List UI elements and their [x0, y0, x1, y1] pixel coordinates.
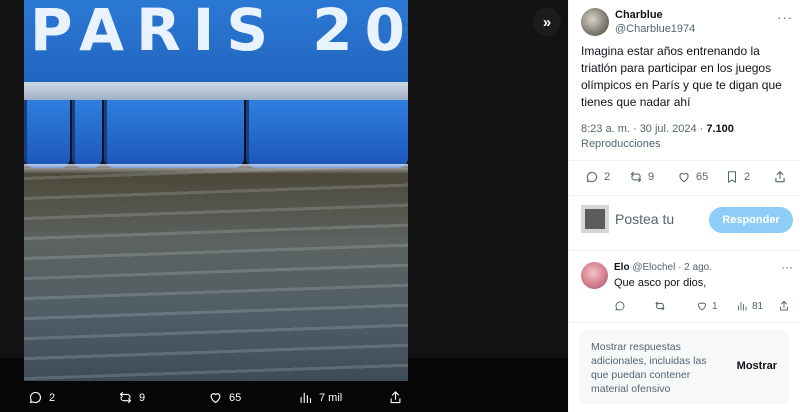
author-name[interactable]: Charblue — [615, 9, 663, 21]
comment-time: · 2 ago. — [675, 262, 712, 273]
tweet-meta: 8:23 a. m. · 30 jul. 2024 · 7.100 Reprod… — [581, 122, 791, 152]
more-options-icon[interactable]: ··· — [781, 260, 793, 274]
comment-views-button[interactable]: 81 — [736, 300, 763, 312]
current-user-avatar — [581, 205, 609, 233]
share-icon — [775, 171, 785, 183]
reply-submit-button[interactable]: Responder — [709, 207, 793, 233]
media-reply-button[interactable]: 2 — [28, 390, 55, 405]
banner-text: PARIS 202 — [30, 0, 408, 64]
reply-icon — [586, 171, 598, 183]
commenter-avatar[interactable] — [581, 262, 608, 289]
comment-reply-button[interactable] — [614, 300, 626, 312]
media-share-button[interactable] — [388, 390, 403, 405]
comment-share-button[interactable] — [778, 300, 790, 312]
comment-like-button[interactable]: 1 — [696, 300, 718, 312]
share-button[interactable] — [773, 170, 787, 184]
media-repost-count: 9 — [139, 391, 146, 404]
reply-icon — [615, 301, 625, 311]
commenter-name[interactable]: Elo — [614, 262, 630, 273]
paris-banner: PARIS 202 — [24, 0, 408, 82]
comment-like-count: 1 — [712, 300, 718, 312]
like-icon — [210, 393, 221, 404]
show-sensitive-button[interactable]: Mostrar — [737, 360, 777, 372]
comment-header: Elo @Elochel · 2 ago. — [614, 262, 712, 273]
views-icon — [738, 302, 747, 311]
tweet-views-count: 7.100 — [706, 123, 734, 135]
more-options-icon[interactable]: ··· — [777, 10, 793, 25]
views-icon — [300, 392, 312, 404]
divider — [569, 322, 800, 323]
media-views-count: 7 mil — [319, 391, 343, 404]
like-count: 65 — [696, 171, 709, 183]
repost-icon — [655, 301, 665, 311]
reply-input[interactable]: Postea tu — [615, 211, 674, 227]
author-handle[interactable]: @Charblue1974 — [615, 23, 695, 35]
collapse-button[interactable]: » — [533, 8, 561, 36]
river-water — [24, 168, 408, 381]
reply-icon — [29, 391, 42, 404]
repost-button[interactable]: 9 — [629, 170, 654, 184]
water-foam — [24, 164, 408, 174]
commenter-handle[interactable]: @Elochel — [632, 262, 675, 273]
bookmark-count: 2 — [744, 171, 751, 183]
comment-item[interactable]: Elo @Elochel · 2 ago. ··· Que asco por d… — [581, 260, 793, 320]
sensitive-replies-notice: Mostrar respuestas adicionales, incluida… — [579, 330, 789, 404]
divider — [569, 250, 800, 251]
bookmark-icon — [727, 171, 737, 183]
media-like-button[interactable]: 65 — [208, 390, 241, 405]
media-views-button[interactable]: 7 mil — [298, 390, 342, 405]
tweet-text: Imagina estar años entrenando la triatló… — [581, 44, 782, 109]
media-reply-count: 2 — [49, 391, 56, 404]
comment-views-count: 81 — [752, 300, 764, 312]
media-action-bar: 2 9 65 7 mil — [0, 384, 420, 412]
tweet-header: Charblue @Charblue1974 ··· — [581, 8, 793, 38]
tweet-stats: 2 9 65 2 — [581, 168, 793, 188]
tweet-photo[interactable]: PARIS 202 — [24, 0, 408, 381]
like-button[interactable]: 65 — [677, 170, 708, 184]
divider — [569, 195, 800, 196]
like-icon — [698, 302, 706, 311]
comment-text: Que asco por dios, — [614, 277, 707, 289]
bookmark-button[interactable]: 2 — [725, 170, 750, 184]
media-repost-button[interactable]: 9 — [118, 390, 145, 405]
comment-repost-button[interactable] — [654, 300, 666, 312]
tweet-views-label: Reproducciones — [581, 138, 661, 150]
repost-icon — [119, 391, 132, 404]
reply-button[interactable]: 2 — [585, 170, 610, 184]
tweet-timestamp[interactable]: 8:23 a. m. · 30 jul. 2024 · — [581, 123, 706, 135]
reply-composer: Postea tu Responder — [581, 205, 793, 235]
share-icon — [390, 391, 401, 404]
pontoon-floats — [24, 100, 408, 172]
repost-icon — [630, 171, 642, 183]
pontoon-rail — [24, 82, 408, 100]
tweet-panel: Charblue @Charblue1974 ··· Imagina estar… — [568, 0, 800, 412]
reply-count: 2 — [604, 171, 611, 183]
comment-actions: 1 81 — [614, 300, 794, 316]
divider — [569, 160, 800, 161]
media-like-count: 65 — [229, 391, 242, 404]
author-avatar[interactable] — [581, 8, 609, 36]
sensitive-notice-text: Mostrar respuestas adicionales, incluida… — [591, 341, 707, 395]
like-icon — [679, 173, 689, 183]
double-chevron-right-icon: » — [542, 13, 552, 31]
share-icon — [780, 301, 788, 311]
media-viewer: PARIS 202 » 2 9 65 7 mil — [0, 0, 568, 412]
repost-count: 9 — [648, 171, 655, 183]
